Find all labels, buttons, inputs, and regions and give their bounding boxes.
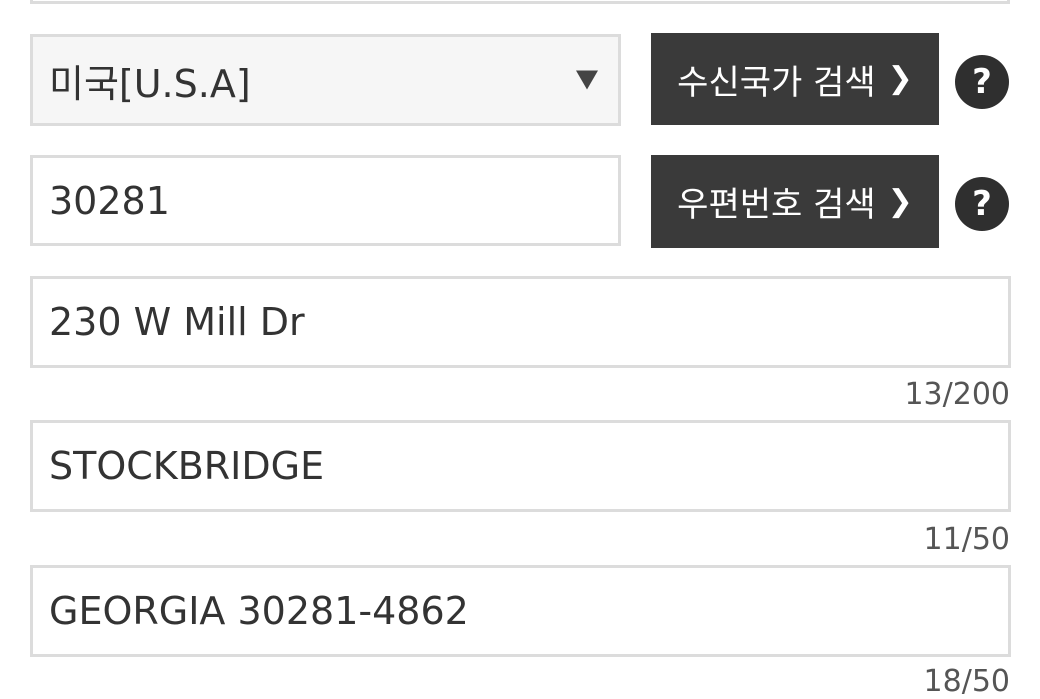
city-input[interactable]: STOCKBRIDGE (30, 420, 1011, 512)
postal-code-value: 30281 (49, 178, 170, 223)
address-line-input[interactable]: 230 W Mill Dr (30, 276, 1011, 368)
country-search-button[interactable]: 수신국가 검색 ❯ (651, 33, 939, 125)
city-value: STOCKBRIDGE (49, 444, 325, 488)
dropdown-caret-icon (576, 70, 598, 90)
postal-code-input[interactable]: 30281 (30, 155, 621, 246)
state-char-counter: 18/50 (923, 664, 1010, 699)
country-help-icon[interactable]: ? (955, 55, 1009, 109)
postal-search-label: 우편번호 검색 (677, 185, 876, 225)
city-char-counter: 11/50 (923, 522, 1010, 557)
state-input[interactable]: GEORGIA 30281-4862 (30, 565, 1011, 657)
address-line-value: 230 W Mill Dr (49, 300, 305, 344)
previous-field-edge (30, 0, 1010, 4)
chevron-right-icon: ❯ (887, 61, 913, 96)
help-question-mark: ? (972, 184, 992, 224)
state-value: GEORGIA 30281-4862 (49, 589, 469, 633)
country-select-value: 미국[U.S.A] (49, 61, 251, 106)
postal-search-button[interactable]: 우편번호 검색 ❯ (651, 155, 939, 248)
address-char-counter: 13/200 (904, 377, 1010, 412)
chevron-right-icon: ❯ (887, 183, 913, 219)
help-question-mark: ? (972, 62, 992, 102)
country-search-label: 수신국가 검색 (677, 62, 876, 103)
postal-help-icon[interactable]: ? (955, 177, 1009, 231)
country-select[interactable]: 미국[U.S.A] (30, 34, 621, 126)
